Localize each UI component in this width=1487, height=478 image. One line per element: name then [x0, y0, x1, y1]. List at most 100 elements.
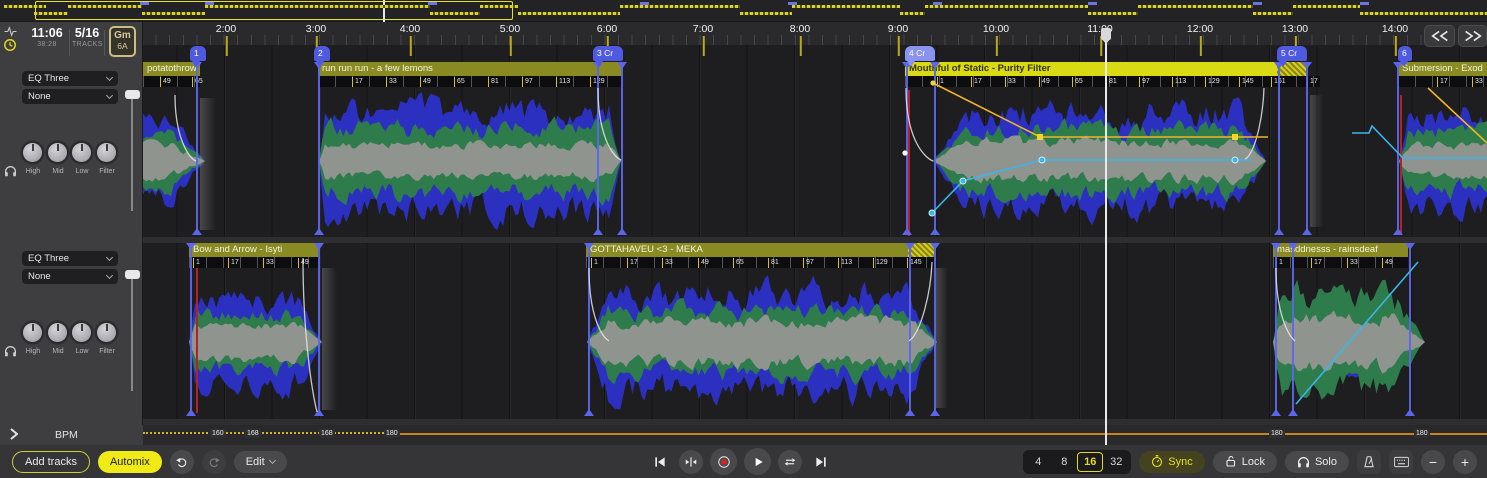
- clip-boundary-handle-bottom[interactable]: [930, 409, 940, 416]
- clip-boundary-line[interactable]: [906, 62, 908, 234]
- add-tracks-button[interactable]: Add tracks: [12, 451, 90, 473]
- clip-boundary-line[interactable]: [1409, 243, 1411, 415]
- zoom-level-16[interactable]: 16: [1077, 452, 1103, 472]
- clip-boundary-handle-bottom[interactable]: [186, 409, 196, 416]
- loop-button[interactable]: [778, 450, 802, 474]
- zoom-in-button[interactable]: +: [1453, 450, 1477, 474]
- chevron-right-icon[interactable]: [10, 428, 18, 440]
- key-badge[interactable]: Gm 6A: [109, 26, 136, 57]
- bpm-value-marker[interactable]: 180: [1269, 429, 1285, 438]
- bpm-value-marker[interactable]: 180: [384, 429, 400, 438]
- waveform[interactable]: [189, 267, 322, 417]
- automix-button[interactable]: Automix: [98, 451, 162, 473]
- fast-forward-button[interactable]: [1458, 25, 1487, 47]
- clip-boundary-handle-top[interactable]: [314, 243, 324, 250]
- clip-boundary-line[interactable]: [934, 62, 936, 234]
- low-knob[interactable]: [72, 323, 91, 342]
- clip-boundary-line[interactable]: [934, 243, 936, 415]
- clip-boundary-handle-bottom[interactable]: [593, 228, 603, 235]
- clip-boundary-line[interactable]: [909, 243, 911, 415]
- clip-boundary-line[interactable]: [621, 62, 623, 234]
- volume-slider-track[interactable]: [131, 96, 133, 211]
- zoom-out-button[interactable]: −: [1421, 450, 1445, 474]
- clip-boundary-line[interactable]: [588, 243, 590, 415]
- edit-menu-button[interactable]: Edit: [234, 451, 287, 473]
- waveform[interactable]: [587, 267, 937, 417]
- clip-boundary-handle-top[interactable]: [617, 62, 627, 69]
- fx-select[interactable]: None: [22, 89, 118, 104]
- filter-knob[interactable]: [97, 323, 116, 342]
- clip-boundary-line[interactable]: [1275, 243, 1277, 415]
- volume-slider-handle[interactable]: [125, 90, 140, 99]
- zoom-level-32[interactable]: 32: [1103, 452, 1129, 472]
- mix-marker-flag[interactable]: 6: [1398, 46, 1412, 61]
- headphones-icon[interactable]: [4, 345, 17, 357]
- clip-boundary-handle-top[interactable]: [930, 243, 940, 250]
- clip-boundary-handle-bottom[interactable]: [1302, 228, 1312, 235]
- clip-boundary-handle-bottom[interactable]: [617, 228, 627, 235]
- clip-boundary-handle-top[interactable]: [1405, 243, 1415, 250]
- clip-boundary-handle-bottom[interactable]: [1405, 409, 1415, 416]
- clip-boundary-line[interactable]: [597, 62, 599, 234]
- clip-boundary-handle-top[interactable]: [1271, 243, 1281, 250]
- clip-boundary-handle-top[interactable]: [1302, 62, 1312, 69]
- zoom-level-8[interactable]: 8: [1051, 452, 1077, 472]
- bpm-lane-header[interactable]: BPM: [0, 425, 143, 445]
- mid-knob[interactable]: [48, 323, 67, 342]
- waveform[interactable]: [1399, 86, 1487, 236]
- volume-slider-track[interactable]: [131, 276, 133, 391]
- clip-boundary-handle-bottom[interactable]: [1271, 409, 1281, 416]
- timeline-stage[interactable]: 1:002:003:004:005:006:007:008:009:0010:0…: [0, 0, 1487, 478]
- waveform[interactable]: [319, 86, 621, 236]
- bpm-value-marker[interactable]: 168: [319, 429, 335, 438]
- clip-boundary-handle-top[interactable]: [930, 62, 940, 69]
- clip-boundary-line[interactable]: [1292, 243, 1294, 415]
- clip-boundary-line[interactable]: [196, 62, 198, 234]
- skip-to-end-button[interactable]: [809, 450, 833, 474]
- keyboard-shortcuts-button[interactable]: [1389, 450, 1413, 474]
- mix-overview-strip[interactable]: [0, 0, 1487, 22]
- clip-boundary-line[interactable]: [318, 243, 320, 415]
- filter-knob[interactable]: [97, 143, 116, 162]
- lock-button[interactable]: Lock: [1213, 451, 1277, 473]
- eq-select[interactable]: EQ Three: [22, 251, 118, 266]
- clip-boundary-handle-top[interactable]: [186, 243, 196, 250]
- clip-boundary-handle-top[interactable]: [584, 243, 594, 250]
- clip-boundary-handle-bottom[interactable]: [1274, 228, 1284, 235]
- redo-button[interactable]: [202, 450, 226, 474]
- clip-boundary-handle-bottom[interactable]: [1393, 228, 1403, 235]
- waveform[interactable]: [1273, 267, 1425, 417]
- clip-boundary-handle-bottom[interactable]: [192, 228, 202, 235]
- bpm-value-marker[interactable]: 180: [1414, 429, 1430, 438]
- clip-boundary-handle-bottom[interactable]: [905, 409, 915, 416]
- clip-boundary-handle-bottom[interactable]: [314, 409, 324, 416]
- mix-marker-flag[interactable]: 5 Cr: [1277, 46, 1307, 61]
- clip-boundary-line[interactable]: [1278, 62, 1280, 234]
- clip-title[interactable]: Bow and Arrow - Isyti: [189, 243, 318, 257]
- clip-boundary-handle-bottom[interactable]: [314, 228, 324, 235]
- overview-viewport[interactable]: [35, 1, 513, 20]
- mix-marker-flag[interactable]: 4 Cr: [905, 46, 935, 61]
- split-button[interactable]: [679, 450, 703, 474]
- waveform[interactable]: [933, 86, 1266, 236]
- mix-marker-flag[interactable]: 1: [190, 46, 206, 61]
- mix-marker-flag[interactable]: 3 Cr: [593, 46, 623, 61]
- clip-boundary-handle-top[interactable]: [1288, 243, 1298, 250]
- rewind-button[interactable]: [1424, 25, 1455, 47]
- mix-marker-flag[interactable]: 2: [314, 46, 330, 61]
- high-knob[interactable]: [23, 143, 42, 162]
- low-knob[interactable]: [72, 143, 91, 162]
- clip-title[interactable]: run run run - a few lemons: [318, 62, 622, 76]
- timeline-ruler[interactable]: 1:002:003:004:005:006:007:008:009:0010:0…: [0, 22, 1487, 45]
- overview-playhead[interactable]: [383, 0, 385, 22]
- solo-button[interactable]: Solo: [1285, 451, 1349, 473]
- clip-boundary-line[interactable]: [1397, 62, 1399, 234]
- clip-boundary-line[interactable]: [318, 62, 320, 234]
- metronome-button[interactable]: [1357, 450, 1381, 474]
- clip-boundary-handle-bottom[interactable]: [902, 228, 912, 235]
- clip-boundary-line[interactable]: [1306, 62, 1308, 234]
- headphones-icon[interactable]: [4, 165, 17, 177]
- fx-select[interactable]: None: [22, 269, 118, 284]
- zoom-level-4[interactable]: 4: [1025, 452, 1051, 472]
- bpm-value-marker[interactable]: 168: [245, 429, 261, 438]
